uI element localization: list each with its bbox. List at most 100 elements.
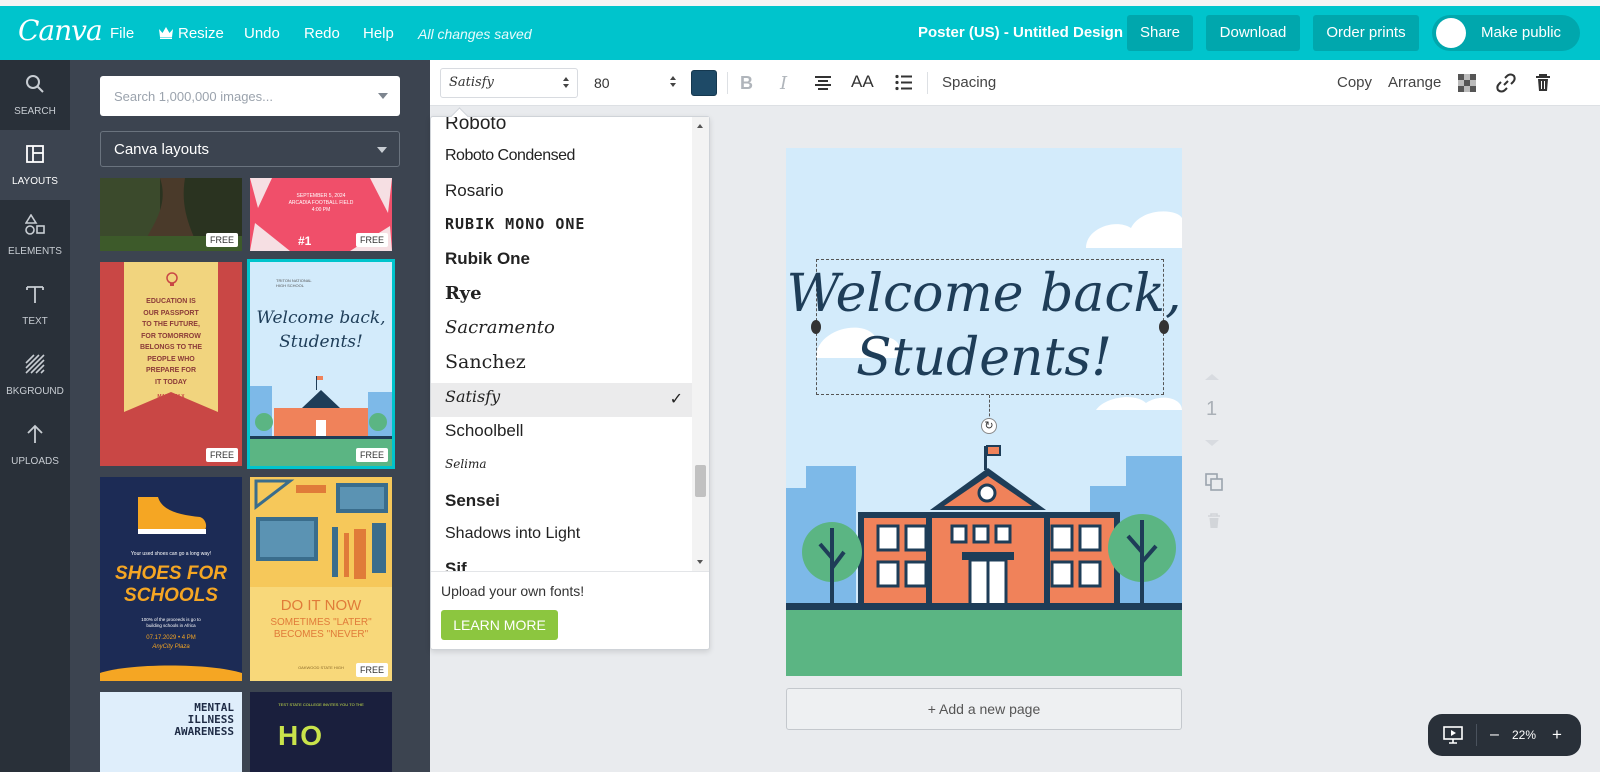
font-option-schoolbell[interactable]: Schoolbell: [431, 417, 693, 451]
layout-thumb-shoes[interactable]: Your used shoes can go a long way! SHOES…: [100, 477, 242, 681]
free-badge: FREE: [355, 233, 388, 247]
nav-search[interactable]: SEARCH: [0, 60, 70, 130]
nav-background-label: BKGROUND: [6, 386, 64, 397]
menu-redo[interactable]: Redo: [304, 25, 340, 42]
layout-thumb-do-it-now[interactable]: DO IT NOW SOMETIMES "LATER" BECOMES "NEV…: [250, 477, 392, 681]
nav-layouts[interactable]: LAYOUTS: [0, 130, 70, 200]
bold-icon[interactable]: B: [740, 73, 753, 94]
scroll-down-icon[interactable]: [697, 560, 703, 564]
zoom-out-button[interactable]: –: [1490, 714, 1499, 756]
football-time: 4:00 PM: [311, 207, 331, 213]
text-format-toolbar: Satisfy 80 B I AA Spacing Copy Arrange: [430, 60, 1600, 106]
font-list-scrollbar[interactable]: [692, 117, 709, 571]
education-author: MALCOM X: [157, 394, 185, 400]
font-option-rosario[interactable]: Rosario: [431, 177, 693, 211]
page-number: 1: [1206, 398, 1218, 420]
trash-icon[interactable]: [1535, 73, 1551, 97]
divider: [727, 72, 728, 94]
shoes-title: SCHOOLS: [124, 585, 218, 606]
font-option-rubik-mono-one[interactable]: RUBIK MONO ONE: [431, 211, 693, 245]
font-option-shadows-into-light[interactable]: Shadows into Light: [431, 521, 693, 555]
top-bar: Canva File Resize Undo Redo Help All cha…: [0, 6, 1600, 60]
font-option-satisfy[interactable]: Satisfy ✓: [431, 383, 693, 417]
make-public-toggle[interactable]: Make public: [1432, 15, 1580, 51]
toggle-knob: [1436, 18, 1466, 48]
zoom-in-button[interactable]: +: [1552, 714, 1562, 756]
document-title[interactable]: Poster (US) - Untitled Design: [918, 24, 1123, 41]
select-arrows-icon: [563, 77, 570, 89]
football-place: ARCADIA FOOTBALL FIELD: [288, 200, 354, 206]
zoom-value[interactable]: 22%: [1512, 714, 1536, 756]
layout-thumb-mental-illness[interactable]: MENTAL ILLNESS AWARENESS: [100, 692, 242, 772]
font-option-label: Roboto: [445, 117, 507, 134]
layout-thumb-welcome-back[interactable]: TRITON NATIONAL HIGH SCHOOL Welcome back…: [247, 259, 395, 469]
font-size-select[interactable]: 80: [586, 68, 684, 98]
layout-source-select[interactable]: Canva layouts: [100, 131, 400, 167]
font-option-label: Roboto Condensed: [445, 147, 575, 164]
align-center-icon[interactable]: [814, 75, 832, 96]
move-page-down-icon[interactable]: [1205, 440, 1219, 446]
free-badge: FREE: [205, 233, 238, 247]
learn-more-button[interactable]: LEARN MORE: [441, 610, 558, 640]
menu-file[interactable]: File: [110, 25, 134, 42]
scrollbar-thumb[interactable]: [695, 465, 706, 497]
nav-elements[interactable]: ELEMENTS: [0, 200, 70, 270]
duplicate-page-icon[interactable]: [1205, 473, 1223, 496]
order-prints-button[interactable]: Order prints: [1313, 15, 1419, 51]
shoes-date: 07.17.2029 • 4 PM: [146, 635, 196, 641]
search-placeholder: Search 1,000,000 images...: [114, 89, 273, 104]
copy-button[interactable]: Copy: [1337, 74, 1372, 91]
transparency-icon[interactable]: [1458, 74, 1476, 97]
divider: [1476, 724, 1477, 746]
school-illustration: [250, 376, 392, 466]
font-option-sacramento[interactable]: Sacramento: [431, 313, 693, 347]
nav-background[interactable]: BKGROUND: [0, 340, 70, 410]
arrange-button[interactable]: Arrange: [1388, 74, 1441, 91]
chevron-down-icon[interactable]: [378, 93, 388, 99]
share-button[interactable]: Share: [1127, 15, 1193, 51]
menu-resize-label: Resize: [178, 25, 224, 42]
font-option-selima[interactable]: Selima: [431, 453, 693, 487]
font-option-sensei[interactable]: Sensei: [431, 487, 693, 521]
layout-select-value: Canva layouts: [114, 141, 210, 158]
education-line: BELONGS TO THE: [139, 344, 203, 351]
layout-thumb-football[interactable]: SEPTEMBER 5, 2024 ARCADIA FOOTBALL FIELD…: [250, 178, 392, 251]
menu-undo[interactable]: Undo: [244, 25, 280, 42]
headline-text[interactable]: Welcome back, Students!: [786, 262, 1182, 390]
text-color-swatch[interactable]: [691, 70, 717, 96]
divider: [927, 72, 928, 94]
move-page-up-icon[interactable]: [1205, 374, 1219, 380]
layout-thumb-hoop[interactable]: TEST STATE COLLEGE INVITES YOU TO THE HO: [250, 692, 392, 772]
present-icon[interactable]: [1443, 726, 1463, 749]
free-badge: FREE: [355, 663, 388, 677]
layout-thumb-forest[interactable]: FREE: [100, 178, 242, 251]
rotate-icon[interactable]: ↻: [981, 418, 997, 434]
shoes-desc: building schools in Africa: [146, 623, 196, 628]
nav-text[interactable]: TEXT: [0, 270, 70, 340]
design-page[interactable]: [786, 148, 1182, 676]
delete-page-icon[interactable]: [1207, 513, 1221, 534]
italic-icon[interactable]: I: [780, 73, 787, 94]
link-icon[interactable]: [1496, 73, 1516, 98]
font-option-rubik-one[interactable]: Rubik One: [431, 245, 693, 279]
list-icon[interactable]: [895, 74, 913, 96]
font-family-select[interactable]: Satisfy: [440, 68, 578, 98]
font-option-roboto[interactable]: Roboto: [431, 117, 693, 143]
letter-case-button[interactable]: AA: [851, 72, 874, 92]
image-search-input[interactable]: Search 1,000,000 images...: [100, 76, 400, 116]
scroll-up-icon[interactable]: [697, 124, 703, 128]
font-option-sif[interactable]: Sif: [431, 555, 693, 571]
menu-help[interactable]: Help: [363, 25, 394, 42]
canva-logo[interactable]: Canva: [18, 14, 103, 47]
doitnow-title: DO IT NOW: [280, 597, 362, 614]
font-option-rye[interactable]: Rye: [431, 279, 693, 313]
layouts-icon: [26, 145, 44, 163]
spacing-button[interactable]: Spacing: [942, 74, 996, 91]
add-page-button[interactable]: + Add a new page: [786, 688, 1182, 730]
nav-uploads[interactable]: UPLOADS: [0, 410, 70, 480]
layout-thumb-education[interactable]: EDUCATION IS OUR PASSPORT TO THE FUTURE,…: [100, 262, 242, 466]
font-option-sanchez[interactable]: Sanchez: [431, 347, 693, 381]
download-button[interactable]: Download: [1206, 15, 1300, 51]
menu-resize[interactable]: Resize: [158, 25, 224, 43]
font-option-roboto-condensed[interactable]: Roboto Condensed: [431, 143, 693, 177]
